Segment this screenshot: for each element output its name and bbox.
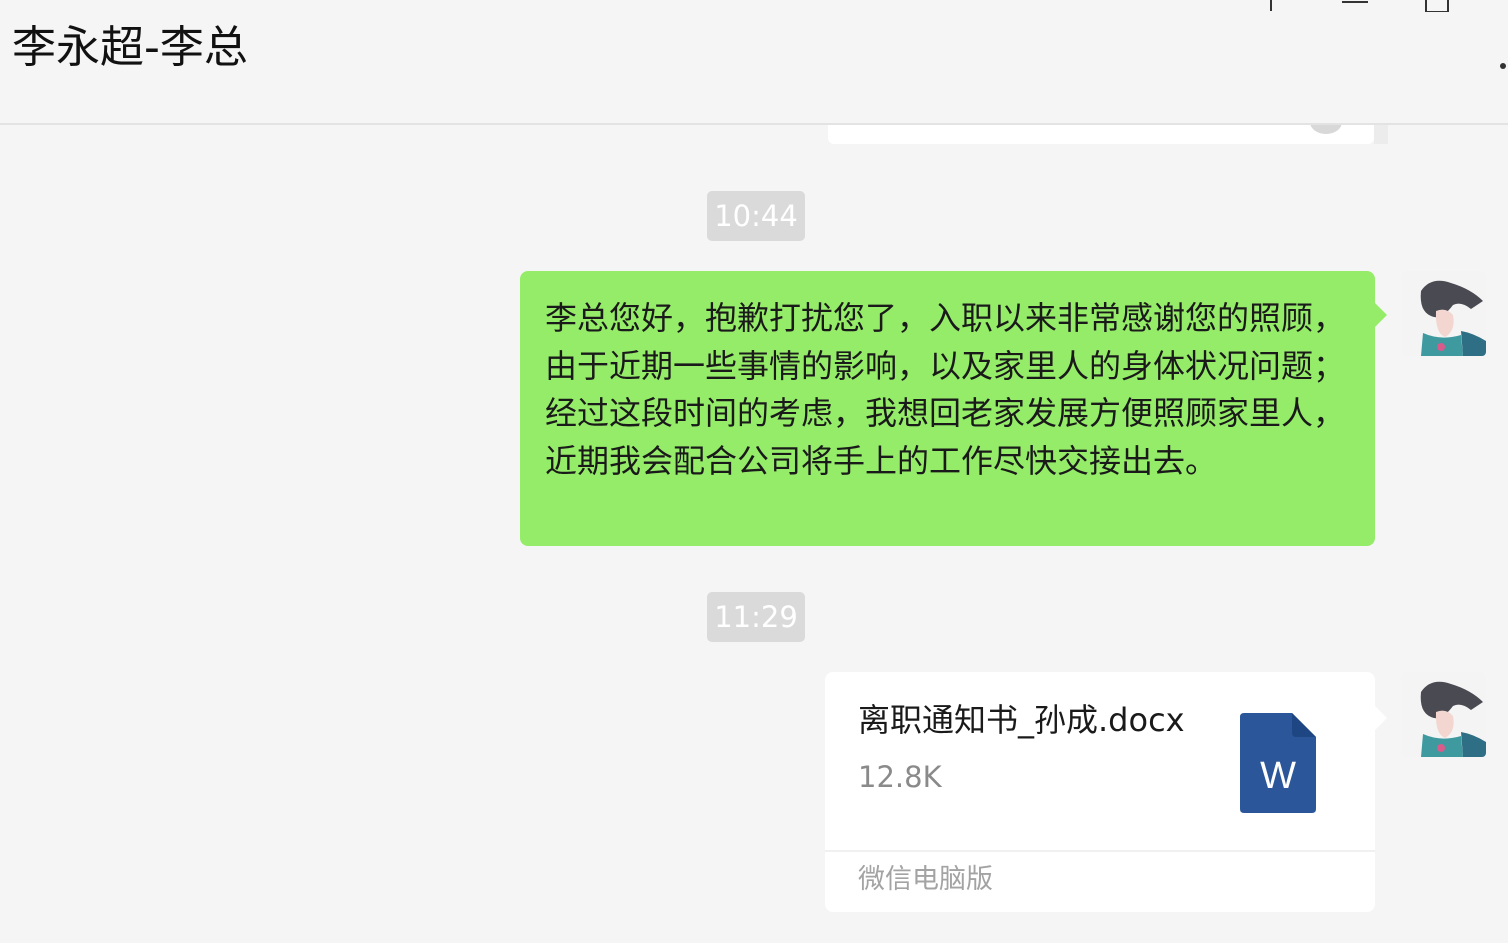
chat-title: 李永超-李总 [12,22,248,73]
file-source: 微信电脑版 [858,864,993,895]
file-message-card[interactable]: 离职通知书_孙成.docx 12.8K W 微信电脑版 [825,672,1387,912]
timestamp: 11:29 [707,592,805,642]
more-icon[interactable] [1500,63,1506,69]
maximize-icon[interactable] [1422,0,1452,12]
avatar[interactable] [1401,672,1486,757]
word-file-icon: W [1240,713,1316,813]
sent-text-message[interactable]: 李总您好，抱歉打扰您了，入职以来非常感谢您的照顾，由于近期一些事情的影响，以及家… [520,271,1387,546]
file-size: 12.8K [858,760,942,794]
pin-icon[interactable] [1256,0,1286,12]
word-icon-letter: W [1260,755,1296,797]
file-card-divider [825,850,1375,852]
avatar-illustration [1401,672,1486,757]
avatar-illustration [1401,271,1486,356]
minimize-icon[interactable] [1340,0,1370,12]
timestamp: 10:44 [707,191,805,241]
chat-header: 李永超-李总 [0,0,1508,125]
file-name: 离职通知书_孙成.docx [858,701,1185,739]
avatar[interactable] [1401,271,1486,356]
